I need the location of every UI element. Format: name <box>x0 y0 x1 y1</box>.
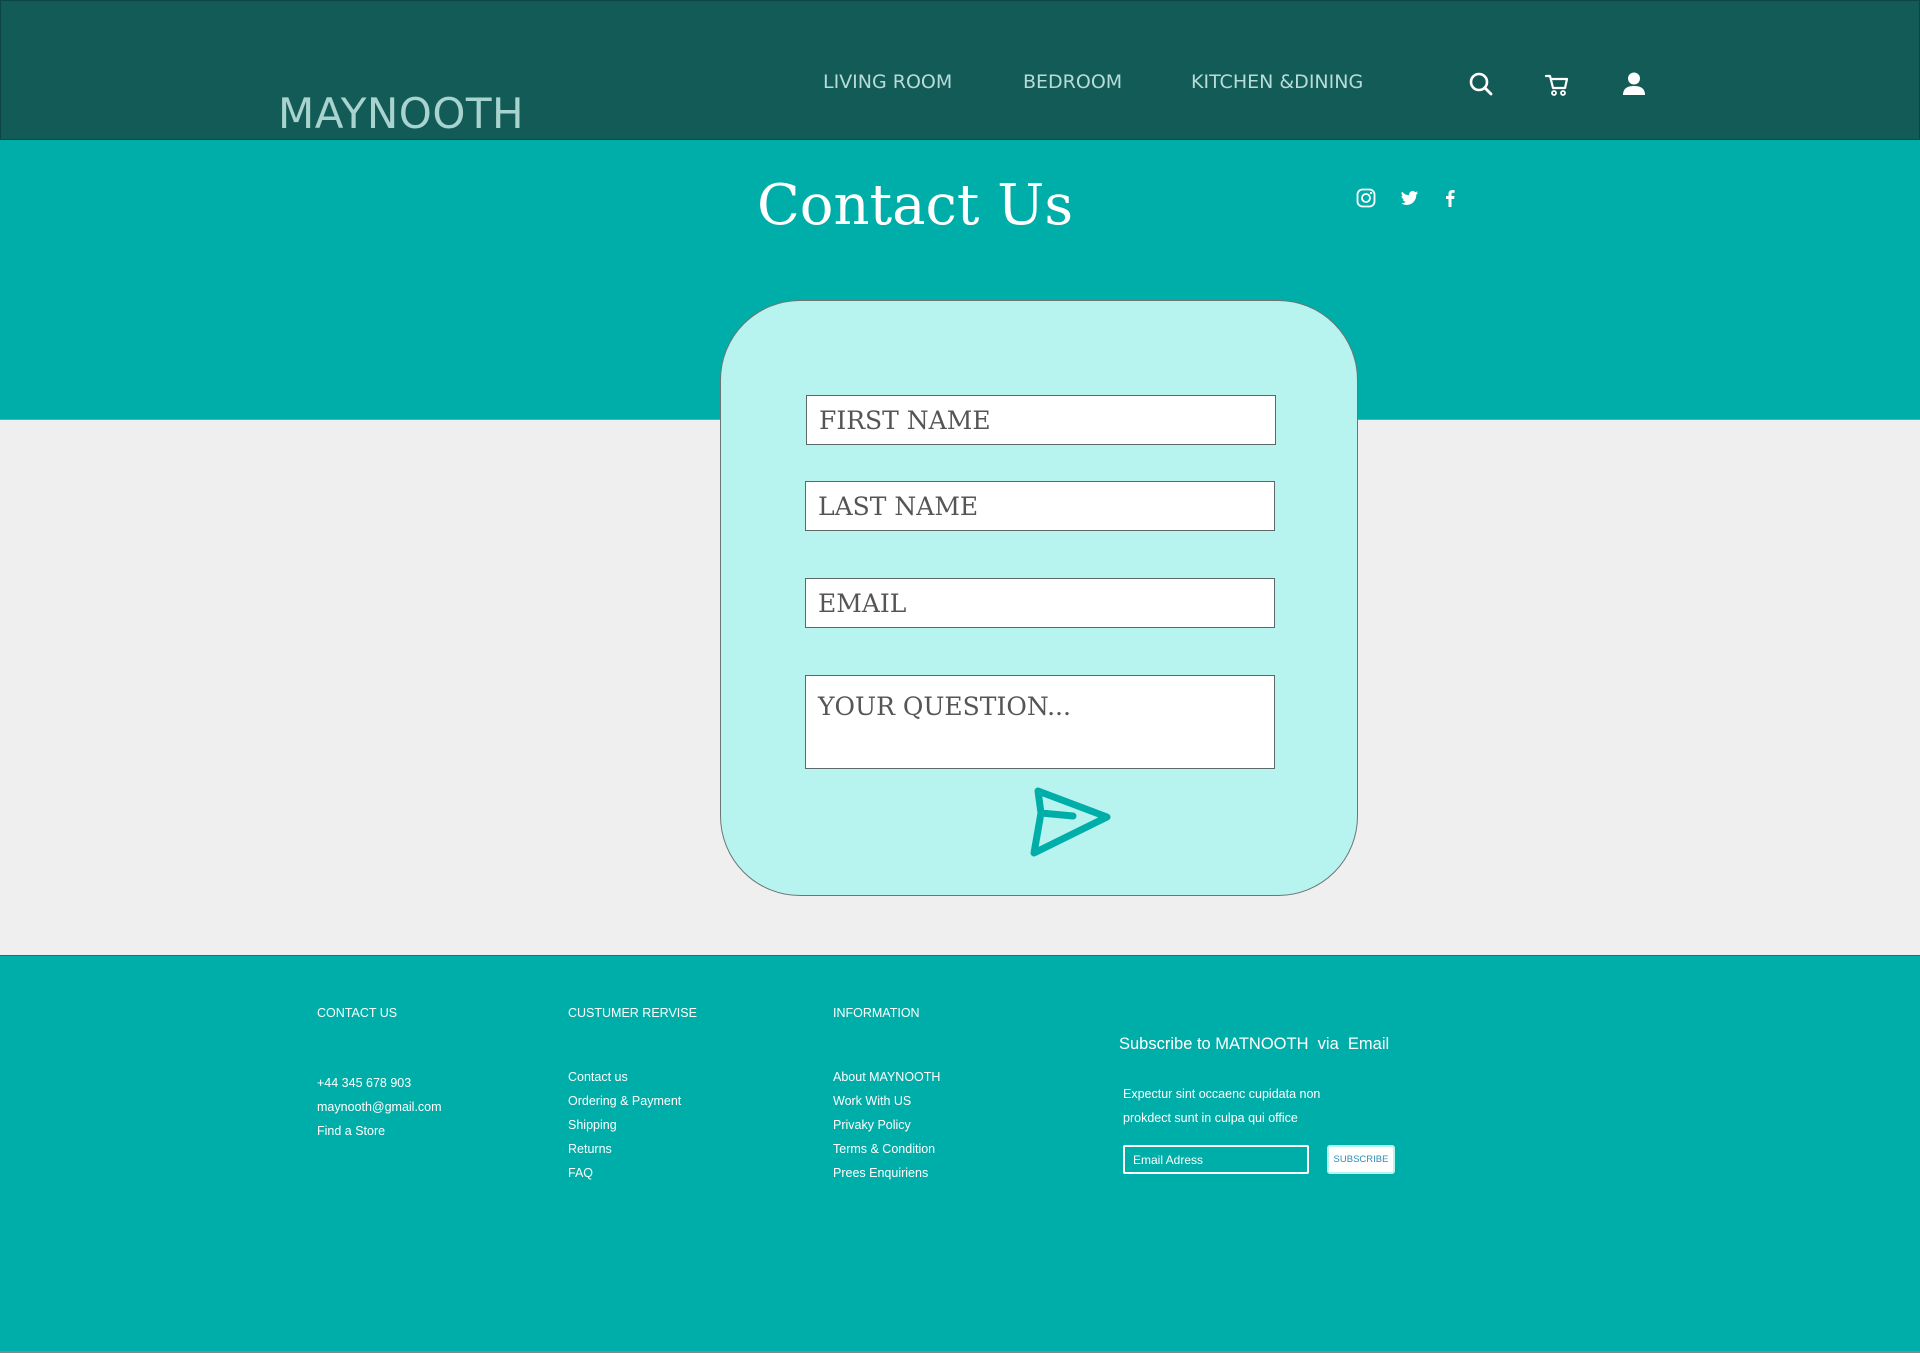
subscribe-email-input[interactable] <box>1123 1145 1309 1174</box>
subscribe-description: Expectur sint occaenc cupidata non prokd… <box>1123 1082 1343 1130</box>
footer-link-contact-us[interactable]: Contact us <box>568 1065 697 1089</box>
facebook-icon[interactable] <box>1438 186 1462 210</box>
send-icon <box>1030 787 1111 857</box>
subscribe-text-line-2: prokdect sunt in culpa qui office <box>1123 1111 1298 1125</box>
instagram-icon[interactable] <box>1354 186 1378 210</box>
user-icon[interactable] <box>1619 69 1649 99</box>
footer-heading-service: CUSTUMER RERVISE <box>568 1006 697 1020</box>
nav-living-room[interactable]: LIVING ROOM <box>823 71 952 93</box>
page-title: Contact Us <box>756 173 1074 238</box>
question-textarea[interactable] <box>805 675 1275 769</box>
first-name-input[interactable] <box>806 395 1276 445</box>
footer-link-work-with-us[interactable]: Work With US <box>833 1089 940 1113</box>
subscribe-button[interactable]: SUBSCRIBE <box>1327 1145 1395 1174</box>
cart-icon[interactable] <box>1542 69 1572 99</box>
search-icon[interactable] <box>1466 69 1496 99</box>
footer-link-privacy[interactable]: Privaky Policy <box>833 1113 940 1137</box>
site-logo[interactable]: MAYNOOTH <box>278 89 524 138</box>
footer-link-press[interactable]: Prees Enquiriens <box>833 1161 940 1185</box>
site-header: MAYNOOTH LIVING ROOM BEDROOM KITCHEN &DI… <box>0 0 1920 140</box>
footer-link-ordering-payment[interactable]: Ordering & Payment <box>568 1089 697 1113</box>
footer-link-terms[interactable]: Terms & Condition <box>833 1137 940 1161</box>
footer-link-about[interactable]: About MAYNOOTH <box>833 1065 940 1089</box>
footer-information-column: INFORMATION About MAYNOOTH Work With US … <box>833 1006 940 1185</box>
send-button[interactable] <box>1021 781 1111 867</box>
nav-bedroom[interactable]: BEDROOM <box>1023 71 1122 93</box>
footer-heading-information: INFORMATION <box>833 1006 920 1020</box>
site-footer <box>0 955 1920 1353</box>
email-input[interactable] <box>805 578 1275 628</box>
footer-service-column: CUSTUMER RERVISE Contact us Ordering & P… <box>568 1006 697 1185</box>
footer-heading-contact: CONTACT US <box>317 1006 398 1020</box>
nav-kitchen-dining[interactable]: KITCHEN &DINING <box>1191 71 1363 93</box>
footer-link-returns[interactable]: Returns <box>568 1137 697 1161</box>
footer-phone[interactable]: +44 345 678 903 <box>317 1071 442 1095</box>
footer-link-shipping[interactable]: Shipping <box>568 1113 697 1137</box>
last-name-input[interactable] <box>805 481 1275 531</box>
footer-find-store[interactable]: Find a Store <box>317 1119 442 1143</box>
footer-contact-column: CONTACT US +44 345 678 903 maynooth@gmai… <box>317 1006 442 1143</box>
subscribe-title: Subscribe to MATNOOTH via Email <box>1119 1035 1390 1053</box>
subscribe-text-line-1: Expectur sint occaenc cupidata non <box>1123 1087 1321 1101</box>
twitter-icon[interactable] <box>1397 186 1421 210</box>
footer-email[interactable]: maynooth@gmail.com <box>317 1095 442 1119</box>
footer-link-faq[interactable]: FAQ <box>568 1161 697 1185</box>
contact-form-card <box>720 300 1358 896</box>
